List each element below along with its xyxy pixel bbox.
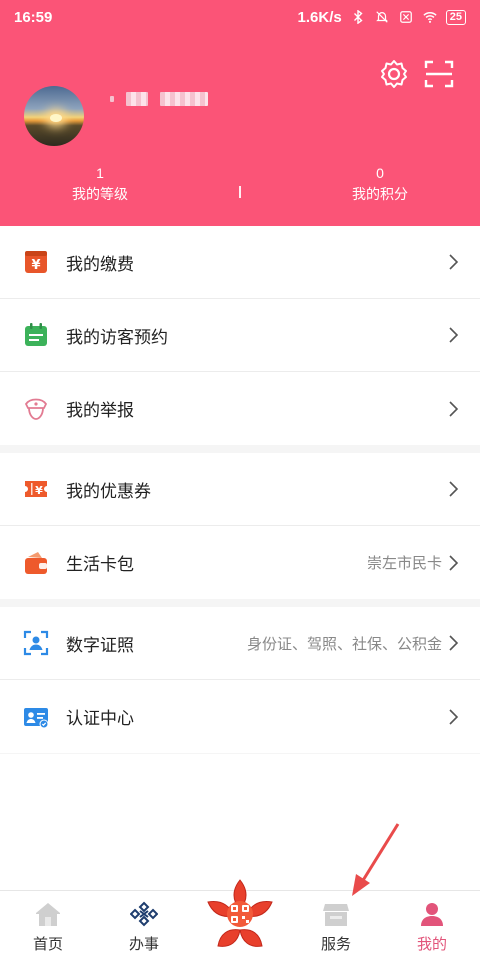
home-icon <box>36 903 60 926</box>
level-label: 我的等级 <box>72 186 128 202</box>
wifi-icon <box>423 12 437 23</box>
calendar-icon <box>25 323 47 346</box>
menu-item-report[interactable]: 我的举报 <box>0 372 480 445</box>
redacted-block <box>110 96 114 102</box>
points-label: 我的积分 <box>352 186 408 202</box>
menu-label: 我的优惠券 <box>66 481 151 501</box>
menu-label: 数字证照 <box>66 635 134 655</box>
mute-bell-icon <box>375 11 388 23</box>
tab-mine[interactable]: 我的 <box>384 891 480 960</box>
menu-item-visitor[interactable]: 我的访客预约 <box>0 299 480 372</box>
username-redacted <box>110 92 208 106</box>
svg-text:¥: ¥ <box>35 484 43 497</box>
settings-gear-icon[interactable] <box>378 58 410 90</box>
wallet-icon <box>25 551 47 574</box>
menu-sub-value: 崇左市民卡 <box>366 555 442 572</box>
tab-home[interactable]: 首页 <box>0 891 96 960</box>
store-icon <box>323 904 349 926</box>
network-speed: 1.6K/s <box>297 8 342 26</box>
chevron-right-icon <box>449 481 459 497</box>
menu-item-payment[interactable]: ¥ 我的缴费 <box>0 226 480 299</box>
scan-icon[interactable] <box>423 58 455 90</box>
menu-group-3: 数字证照 身份证、驾照、社保、公积金 认证中心 <box>0 607 480 753</box>
avatar-sun <box>50 114 62 122</box>
menu-label: 我的缴费 <box>66 254 134 274</box>
stat-divider <box>239 186 241 198</box>
menu-item-card-wallet[interactable]: 生活卡包 崇左市民卡 <box>0 526 480 599</box>
level-stat[interactable]: 1 我的等级 <box>20 164 180 206</box>
menu-group-1: ¥ 我的缴费 我的访客预约 我的举报 <box>0 226 480 445</box>
menu-item-auth-center[interactable]: 认证中心 <box>0 680 480 753</box>
menu-group-2: ¥ 我的优惠券 生活卡包 崇左市民卡 <box>0 453 480 599</box>
profile-header: 16:59 1.6K/s 25 1 我的等级 0 我的积分 <box>0 0 480 226</box>
points-value: 0 <box>376 165 384 181</box>
chevron-right-icon <box>449 635 459 651</box>
redacted-block <box>126 92 148 106</box>
bluetooth-icon <box>353 10 363 24</box>
no-sim-icon <box>399 11 412 23</box>
police-cap-icon <box>24 398 48 420</box>
chevron-right-icon <box>449 327 459 343</box>
payment-icon: ¥ <box>25 251 47 273</box>
tab-label: 我的 <box>416 936 447 953</box>
level-value: 1 <box>96 165 104 181</box>
qr-code-flower-button[interactable] <box>204 876 276 952</box>
id-scan-icon <box>23 630 49 656</box>
tab-label: 办事 <box>128 936 159 953</box>
points-stat[interactable]: 0 我的积分 <box>300 164 460 206</box>
menu-label: 我的访客预约 <box>66 327 168 347</box>
status-bar: 16:59 1.6K/s 25 <box>0 0 480 34</box>
verified-id-icon <box>24 707 49 728</box>
chevron-right-icon <box>449 554 459 571</box>
user-icon <box>421 903 443 926</box>
tab-service[interactable]: 服务 <box>288 891 384 960</box>
menu-label: 认证中心 <box>66 709 134 728</box>
menu-label: 生活卡包 <box>66 555 134 574</box>
menu-sub-value: 身份证、驾照、社保、公积金 <box>246 635 442 653</box>
svg-text:¥: ¥ <box>31 258 40 273</box>
chevron-right-icon <box>449 400 459 417</box>
coupon-icon: ¥ <box>25 481 47 497</box>
chevron-right-icon <box>449 254 459 270</box>
tab-label: 首页 <box>32 936 63 953</box>
menu-item-coupon[interactable]: ¥ 我的优惠券 <box>0 453 480 526</box>
battery-indicator: 25 <box>445 9 466 25</box>
avatar[interactable] <box>24 86 84 146</box>
tab-affairs[interactable]: 办事 <box>96 891 192 960</box>
tab-label: 服务 <box>320 936 351 953</box>
menu-item-digital-license[interactable]: 数字证照 身份证、驾照、社保、公积金 <box>0 607 480 680</box>
chevron-right-icon <box>449 708 459 725</box>
content-blank <box>0 754 480 890</box>
redacted-block <box>160 92 208 106</box>
status-time: 16:59 <box>14 8 53 26</box>
knot-icon <box>130 901 158 927</box>
menu-label: 我的举报 <box>66 401 134 420</box>
